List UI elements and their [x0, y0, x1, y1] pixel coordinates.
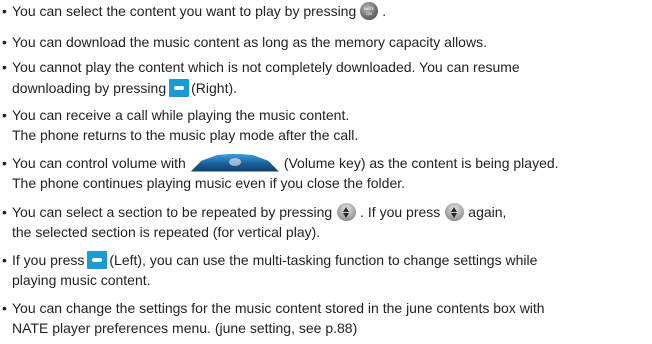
- bullet-text-continued: playing music content.: [12, 272, 151, 288]
- bullet-text: You can change the settings for the musi…: [12, 299, 545, 316]
- bullet-dot: •: [2, 251, 7, 268]
- list-item: • If you press (Left), you can use the m…: [2, 249, 650, 291]
- bullet-text-end: again,: [468, 203, 507, 220]
- bullet-dot: •: [2, 58, 7, 75]
- bullet-text-end: .: [382, 2, 387, 19]
- bullet-text-end: (Volume key) as the content is being pla…: [283, 154, 559, 171]
- bullet-dot: •: [2, 203, 7, 220]
- bullet-text-mid: . If you press: [360, 203, 441, 220]
- navigation-key-icon: [445, 202, 465, 221]
- bullet-text: You cannot play the content which is not…: [12, 58, 520, 75]
- bullet-dot: •: [2, 154, 7, 171]
- nate-ok-key-icon: NATE OK: [360, 1, 379, 20]
- bullet-text-continued: The phone returns to the music play mode…: [12, 127, 359, 143]
- bullet-text-continued: NATE player preferences menu. (june sett…: [12, 320, 358, 336]
- list-item: • You can download the music content as …: [2, 31, 650, 52]
- bullet-text-continued: The phone continues playing music even i…: [12, 175, 406, 191]
- bullet-dot: •: [2, 106, 7, 123]
- list-item: • You can select a section to be repeate…: [2, 201, 650, 243]
- bullet-text: You can receive a call while playing the…: [12, 106, 350, 123]
- bullet-dot: •: [2, 33, 7, 50]
- ok-key-label: OK: [366, 10, 373, 16]
- bullet-text: If you press: [12, 251, 85, 268]
- bullet-dot: •: [2, 299, 7, 316]
- navigation-key-icon: [337, 202, 357, 221]
- bullet-text-end: (Left), you can use the multi-tasking fu…: [109, 251, 538, 268]
- bullet-text-continued: the selected section is repeated (for ve…: [12, 224, 321, 240]
- bullet-text-continued: downloading by pressing: [12, 79, 167, 96]
- bullet-text: You can control volume with: [12, 154, 186, 171]
- list-item: • You can select the content you want to…: [2, 0, 650, 21]
- bullet-text: You can select the content you want to p…: [12, 2, 357, 19]
- list-item: • You can receive a call while playing t…: [2, 104, 650, 146]
- list-item: • You cannot play the content which is n…: [2, 56, 650, 98]
- bullet-dot: •: [2, 2, 7, 19]
- volume-key-icon: [190, 153, 279, 172]
- list-item: • You can change the settings for the mu…: [2, 297, 650, 339]
- bullet-text: You can download the music content as lo…: [12, 33, 487, 50]
- soft-key-left-icon: [87, 250, 108, 269]
- list-item: • You can control volume with (Volume ke…: [2, 152, 650, 194]
- bullet-text: You can select a section to be repeated …: [12, 203, 333, 220]
- instruction-list: • You can select the content you want to…: [0, 0, 652, 344]
- bullet-text-continued-end: (Right).: [191, 79, 238, 96]
- soft-key-right-icon: [169, 78, 190, 97]
